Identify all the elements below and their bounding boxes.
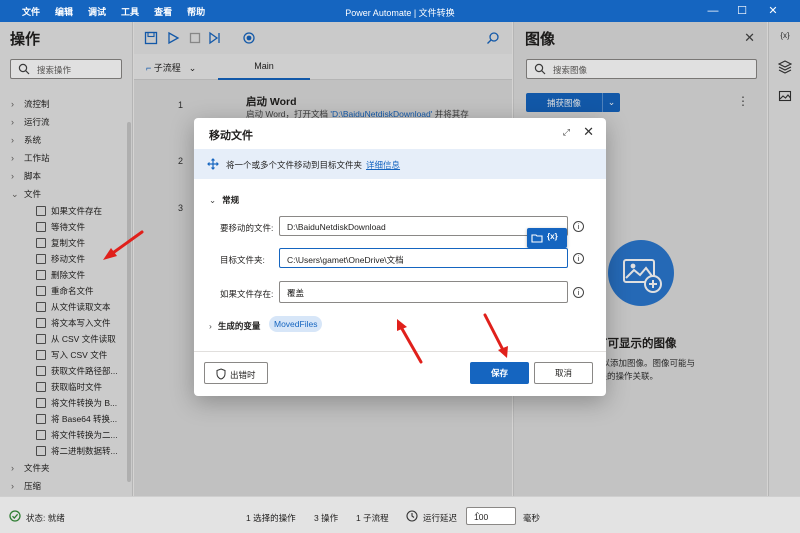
destination-folder-input[interactable]: C:\Users\gamet\OneDrive\文档 — [279, 248, 568, 268]
subflows-count: 1 子流程 — [356, 513, 389, 523]
save-button[interactable]: 保存 — [470, 362, 529, 384]
status-bar: 状态: 就绪 1 选择的操作 3 操作 1 子流程 运行延迟 100 ⌃ 毫秒 — [0, 496, 800, 533]
chevron-right-icon: › — [209, 321, 212, 331]
cancel-button[interactable]: 取消 — [534, 362, 593, 384]
run-delay-label: 运行延迟 — [423, 513, 458, 523]
info-icon[interactable]: i — [573, 253, 584, 264]
check-circle-icon — [9, 510, 21, 522]
folder-open-icon[interactable] — [531, 232, 543, 244]
selected-actions-count: 1 选择的操作 — [246, 513, 296, 523]
if-file-exists-label: 如果文件存在: — [220, 289, 274, 299]
chevron-down-icon: ⌄ — [209, 195, 217, 205]
destination-folder-value: C:\Users\gamet\OneDrive\文档 — [287, 255, 404, 265]
spinner-icon[interactable]: ⌃ — [474, 511, 511, 520]
actions-count: 3 操作 — [314, 513, 339, 523]
files-to-move-label: 要移动的文件: — [220, 223, 274, 233]
field-helper-popup: {x} — [527, 228, 567, 248]
if-file-exists-select[interactable]: 覆盖 ⌄ — [279, 281, 568, 303]
move-icon — [207, 158, 219, 170]
dialog-description: 将一个或多个文件移动到目标文件夹 详细信息 — [226, 159, 400, 171]
maximize-button[interactable]: ☐ — [729, 0, 755, 22]
clock-icon — [406, 510, 418, 522]
window-title: Power Automate | 文件转换 — [345, 8, 455, 18]
chevron-down-icon: ⌄ — [287, 285, 295, 295]
dialog-title: 移动文件 — [209, 130, 253, 142]
status-text: 状态: 就绪 — [26, 513, 65, 523]
expand-icon[interactable]: ⤢ — [563, 127, 570, 138]
generated-variable-chip[interactable]: MovedFiles — [269, 316, 323, 332]
minimize-button[interactable]: — — [700, 0, 726, 22]
more-info-link[interactable]: 详细信息 — [366, 160, 400, 170]
on-error-button[interactable]: 出错时 — [204, 362, 268, 384]
run-delay-unit: 毫秒 — [523, 513, 541, 523]
title-bar: 文件 编辑 调试 工具 查看 帮助 Power Automate | 文件转换 … — [0, 0, 800, 22]
dialog-description-banner: 将一个或多个文件移动到目标文件夹 详细信息 — [194, 149, 606, 179]
files-to-move-value: D:\BaiduNetdiskDownload — [287, 222, 386, 232]
files-to-move-input[interactable]: D:\BaiduNetdiskDownload — [279, 216, 568, 236]
insert-variable-icon[interactable]: {x} — [547, 232, 558, 241]
generated-variables-label: 生成的变量 — [217, 321, 261, 331]
run-delay-input[interactable]: 100 ⌃ — [466, 507, 516, 525]
move-file-dialog: 移动文件 ⤢ ✕ 将一个或多个文件移动到目标文件夹 详细信息 ⌄ 常规 要移动的文件… — [194, 118, 606, 396]
section-general-toggle[interactable]: ⌄ 常规 — [209, 194, 239, 206]
destination-folder-label: 目标文件夹: — [220, 255, 265, 265]
info-icon[interactable]: i — [573, 221, 584, 232]
section-general-label: 常规 — [222, 195, 240, 205]
on-error-label: 出错时 — [230, 370, 256, 380]
close-window-button[interactable]: ✕ — [760, 0, 786, 22]
dialog-description-text: 将一个或多个文件移动到目标文件夹 — [226, 160, 363, 170]
close-icon[interactable]: ✕ — [583, 124, 594, 140]
info-icon[interactable]: i — [573, 287, 584, 298]
dialog-footer-divider — [194, 351, 606, 352]
shield-icon — [216, 368, 226, 380]
generated-variables-toggle[interactable]: › 生成的变量 — [209, 320, 260, 332]
